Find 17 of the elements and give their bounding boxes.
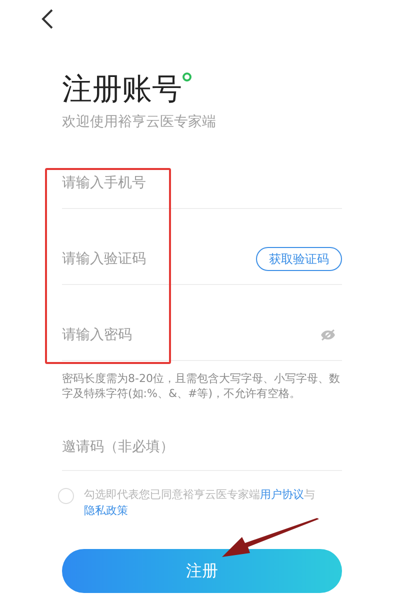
input-field[interactable]: 请输入密码 — [62, 309, 320, 360]
privacy-policy-link[interactable]: 隐私政策 — [84, 504, 128, 517]
agreement-connector: 与 — [304, 488, 315, 501]
page-title: 注册账号 — [62, 71, 182, 109]
password-hint: 密码长度需为8-20位，且需包含大写字母、小写字母、数字及特殊字符(如:%、&、#等)，不允许有空格。 — [62, 371, 341, 401]
dot-icon — [182, 72, 192, 82]
input-field[interactable]: 请输入验证码 — [62, 233, 256, 284]
eye-icon[interactable] — [320, 328, 336, 340]
agreement-text: 勾选即代表您已同意裕亨云医专家端 — [84, 488, 260, 501]
get-code-button[interactable]: 获取验证码 — [256, 246, 342, 270]
back-icon[interactable] — [40, 8, 54, 30]
register-button[interactable]: 注册 — [62, 549, 342, 593]
input-field[interactable]: 请输入手机号 — [62, 157, 342, 208]
subtitle: 欢迎使用裕亨云医专家端 — [62, 113, 217, 132]
user-agreement-link[interactable]: 用户协议 — [260, 488, 304, 501]
agree-checkbox[interactable] — [58, 488, 74, 504]
invite-code-field[interactable]: 邀请码（非必填） — [62, 423, 342, 470]
